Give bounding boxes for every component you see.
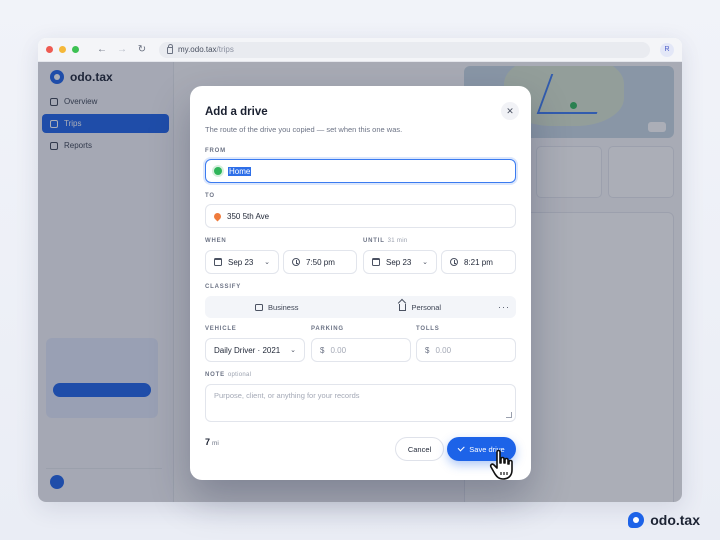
until-label: UNTIL 31 min xyxy=(363,238,408,244)
close-window-dot[interactable] xyxy=(46,46,53,53)
duration-hint: 31 min xyxy=(387,238,408,244)
lock-icon xyxy=(167,44,173,54)
distance-unit: mi xyxy=(212,440,219,447)
vehicle-select[interactable]: Daily Driver · 2021 ⌄ xyxy=(205,338,305,362)
start-date-value: Sep 23 xyxy=(228,257,254,267)
calendar-icon xyxy=(214,258,222,266)
clock-icon xyxy=(292,258,300,266)
minimize-window-dot[interactable] xyxy=(59,46,66,53)
back-arrow-icon[interactable]: ← xyxy=(95,44,109,55)
end-time-input[interactable]: 8:21 pm xyxy=(441,250,516,274)
classify-option-label: Personal xyxy=(411,302,442,312)
currency-symbol: $ xyxy=(425,345,430,355)
to-value: 350 5th Ave xyxy=(227,211,270,221)
parking-label: PARKING xyxy=(311,326,344,332)
chevron-down-icon: ⌄ xyxy=(264,259,270,266)
vehicle-label: VEHICLE xyxy=(205,326,237,332)
from-input[interactable]: Home xyxy=(205,159,516,183)
end-time-value: 8:21 pm xyxy=(464,257,493,267)
note-label: NOTE optional xyxy=(205,372,252,378)
forward-arrow-icon[interactable]: → xyxy=(115,44,129,55)
destination-pin-icon xyxy=(212,211,223,221)
check-icon xyxy=(457,444,465,452)
tolls-placeholder: 0.00 xyxy=(435,345,452,355)
optional-tag: optional xyxy=(227,372,252,378)
cancel-button[interactable]: Cancel xyxy=(395,437,444,461)
brand-logo-icon xyxy=(628,512,645,528)
hand-cursor-icon xyxy=(489,449,513,480)
add-drive-modal: Add a drive The route of the drive you c… xyxy=(190,86,531,480)
origin-dot-icon xyxy=(214,167,222,175)
distance-display: 7 mi xyxy=(205,437,219,447)
distance-value: 7 xyxy=(205,437,211,447)
note-placeholder: Purpose, client, or anything for your re… xyxy=(214,391,360,400)
note-textarea[interactable]: Purpose, client, or anything for your re… xyxy=(205,384,516,422)
start-time-value: 7:50 pm xyxy=(306,257,335,267)
when-label: WHEN xyxy=(205,238,227,244)
classify-segmented-control: Business Personal ··· xyxy=(205,296,516,318)
clock-icon xyxy=(450,258,458,266)
chevron-down-icon: ⌄ xyxy=(422,259,428,266)
classify-personal-option[interactable]: Personal xyxy=(349,303,493,312)
modal-subtitle: The route of the drive you copied — set … xyxy=(205,125,403,134)
resize-handle-icon[interactable] xyxy=(506,412,512,418)
start-date-select[interactable]: Sep 23 ⌄ xyxy=(205,250,279,274)
reload-icon[interactable]: ↻ xyxy=(135,44,149,55)
parking-placeholder: 0.00 xyxy=(330,345,347,355)
calendar-icon xyxy=(372,258,380,266)
footer-brand-name: odo.tax xyxy=(650,512,700,528)
end-date-value: Sep 23 xyxy=(386,257,412,267)
briefcase-icon xyxy=(255,303,264,311)
chevron-down-icon: ⌄ xyxy=(290,347,296,354)
currency-symbol: $ xyxy=(320,345,325,355)
start-time-input[interactable]: 7:50 pm xyxy=(283,250,357,274)
footer-brand: odo.tax xyxy=(628,512,700,528)
end-date-select[interactable]: Sep 23 ⌄ xyxy=(363,250,437,274)
tolls-input[interactable]: $ 0.00 xyxy=(416,338,516,362)
more-options-icon[interactable]: ··· xyxy=(492,302,516,312)
vehicle-value: Daily Driver · 2021 xyxy=(214,345,281,355)
modal-title: Add a drive xyxy=(205,106,268,118)
maximize-window-dot[interactable] xyxy=(72,46,79,53)
profile-avatar[interactable]: R xyxy=(660,42,674,57)
url-path: /trips xyxy=(216,45,234,54)
close-icon[interactable]: ✕ xyxy=(501,102,519,120)
url-bar[interactable]: my.odo.tax/trips xyxy=(159,41,650,58)
parking-input[interactable]: $ 0.00 xyxy=(311,338,411,362)
browser-toolbar: ← → ↻ my.odo.tax/trips R xyxy=(38,38,682,62)
classify-business-option[interactable]: Business xyxy=(205,303,349,312)
from-value: Home xyxy=(228,166,252,176)
url-host: my.odo.tax xyxy=(178,45,217,54)
classify-option-label: Business xyxy=(268,302,299,312)
from-label: FROM xyxy=(205,148,226,154)
classify-label: CLASSIFY xyxy=(205,284,242,290)
to-label: TO xyxy=(205,193,215,199)
home-icon xyxy=(399,303,407,311)
to-input[interactable]: 350 5th Ave xyxy=(205,204,516,228)
background: ← → ↻ my.odo.tax/trips R odo.tax Overvie… xyxy=(0,0,720,540)
tolls-label: TOLLS xyxy=(416,326,440,332)
